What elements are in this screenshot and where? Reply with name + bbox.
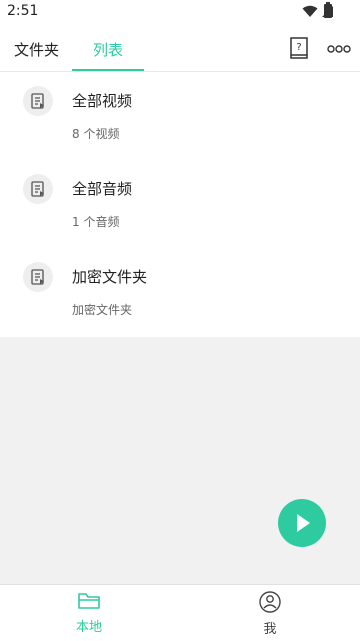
help-book-icon[interactable]: ?: [289, 37, 309, 59]
tab-folders[interactable]: 文件夹: [14, 39, 59, 60]
bottom-nav: 本地 我: [0, 584, 360, 641]
list-item-all-audio[interactable]: 全部音频 1 个音频: [0, 160, 360, 248]
nav-label: 本地: [75, 620, 102, 635]
item-subtitle: 加密文件夹: [72, 303, 133, 317]
tab-list[interactable]: 列表: [93, 39, 123, 60]
play-icon: [297, 514, 310, 532]
item-title: 加密文件夹: [72, 268, 148, 286]
wifi-icon: [302, 5, 318, 17]
list-doc-icon: [23, 174, 53, 204]
list-doc-icon: [23, 262, 53, 292]
active-tab-indicator: [72, 69, 144, 71]
item-subtitle: 1 个音频: [72, 215, 120, 229]
folder-icon: [78, 593, 100, 609]
svg-text:?: ?: [296, 42, 301, 53]
person-icon: [259, 591, 281, 613]
play-button[interactable]: [278, 499, 326, 547]
status-bar: 2:51: [0, 0, 360, 24]
nav-local[interactable]: 本地: [59, 591, 119, 635]
list-item-encrypted-folder[interactable]: 加密文件夹 加密文件夹: [0, 248, 360, 336]
list-doc-icon: [23, 86, 53, 116]
item-title: 全部音频: [72, 180, 133, 198]
battery-icon: [324, 2, 332, 18]
item-subtitle: 8 个视频: [72, 127, 120, 141]
nav-me[interactable]: 我: [240, 591, 300, 637]
status-time: 2:51: [7, 3, 39, 19]
more-icon[interactable]: [327, 44, 351, 54]
top-bar: 文件夹 列表 ?: [0, 24, 360, 72]
nav-label: 我: [263, 622, 277, 637]
item-title: 全部视频: [72, 92, 133, 110]
list-item-all-videos[interactable]: 全部视频 8 个视频: [0, 72, 360, 160]
empty-content-area: [0, 337, 360, 584]
